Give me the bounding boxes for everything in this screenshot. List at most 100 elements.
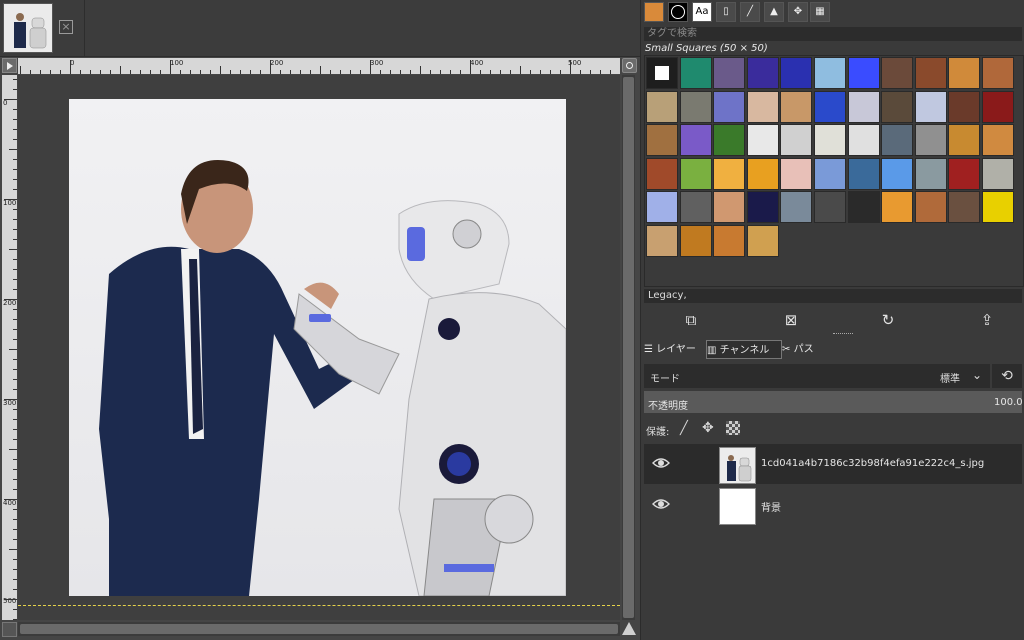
paintbrush-tab-icon[interactable]: ╱ [740,2,760,22]
pattern-swatch[interactable] [847,57,880,89]
pattern-grid[interactable] [646,57,1016,257]
pattern-swatch[interactable] [780,157,813,190]
vertical-scrollbar[interactable] [622,75,635,620]
pattern-swatch[interactable] [713,224,746,257]
pattern-swatch[interactable] [646,57,678,89]
pattern-swatch[interactable] [881,124,914,156]
pattern-swatch[interactable] [847,90,880,123]
pattern-swatch[interactable] [780,57,813,89]
pattern-swatch[interactable] [713,157,746,190]
duplicate-icon[interactable]: ⧉ [681,310,701,330]
pattern-swatch[interactable] [982,124,1014,156]
pattern-swatch[interactable] [713,57,746,89]
pattern-swatch[interactable] [679,57,712,89]
quick-mask-menu-button[interactable] [2,58,17,73]
dock-separator-grip[interactable] [833,333,853,337]
close-tab-icon[interactable]: × [59,20,73,34]
lock-position-icon[interactable]: ✥ [702,420,714,436]
pattern-swatch[interactable] [948,124,981,156]
pattern-swatch[interactable] [814,90,846,123]
pattern-swatch[interactable] [780,90,813,123]
tab-layers[interactable]: ☰ レイヤー [644,340,706,359]
pattern-swatch[interactable] [914,57,947,89]
layer-mode-selector[interactable]: モード 標準 ⌄ [644,364,990,388]
pattern-swatch[interactable] [982,57,1014,89]
pattern-swatch[interactable] [746,124,779,156]
pattern-swatch[interactable] [914,157,947,190]
layer-row[interactable]: 背景 [644,485,1022,525]
image-tab-thumbnail[interactable] [3,3,53,53]
pattern-swatch[interactable] [847,157,880,190]
pattern-swatch[interactable] [814,157,846,190]
pattern-swatch[interactable] [948,57,981,89]
tab-channels[interactable]: ▥ チャンネル [706,340,782,359]
pattern-swatch[interactable] [780,124,813,156]
pattern-swatch[interactable] [646,224,678,257]
pattern-swatch[interactable] [746,191,779,223]
pattern-swatch[interactable] [679,224,712,257]
pattern-swatch[interactable] [814,124,846,156]
pattern-swatch[interactable] [948,191,981,223]
navigate-image-icon[interactable] [622,622,636,636]
pattern-swatch[interactable] [914,191,947,223]
pattern-swatch[interactable] [713,124,746,156]
opacity-slider[interactable]: 不透明度 100.0 [644,391,1023,413]
image-canvas[interactable] [18,75,620,620]
pattern-swatch[interactable] [746,157,779,190]
grid-tab-icon[interactable]: ▦ [810,2,830,22]
pattern-swatch[interactable] [679,191,712,223]
pattern-swatch[interactable] [646,157,678,190]
lock-pixels-icon[interactable]: ╱ [680,421,688,436]
pattern-swatch[interactable] [679,157,712,190]
layer-name[interactable]: 1cd041a4b7186c32b98f4efa91e222c4_s.jpg [761,458,984,469]
pattern-swatch[interactable] [881,57,914,89]
pattern-swatch[interactable] [881,191,914,223]
pattern-swatch[interactable] [948,157,981,190]
pattern-swatch[interactable] [881,90,914,123]
pattern-swatch[interactable] [746,90,779,123]
pattern-swatch[interactable] [847,124,880,156]
eye-icon[interactable] [652,454,670,472]
pattern-swatch[interactable] [713,90,746,123]
pattern-swatch[interactable] [914,124,947,156]
layer-name[interactable]: 背景 [761,499,781,514]
brushes-tab-icon[interactable] [644,2,664,22]
brush-preset-selector[interactable]: Legacy, [644,289,1022,303]
reset-mode-icon[interactable]: ⟲ [992,364,1022,388]
eye-icon[interactable] [652,495,670,513]
pattern-swatch[interactable] [948,90,981,123]
pattern-swatch[interactable] [914,90,947,123]
horizontal-scrollbar[interactable] [18,622,620,636]
pattern-swatch[interactable] [646,124,678,156]
transform-tab-icon[interactable]: ✥ [788,2,808,22]
pattern-swatch[interactable] [982,157,1014,190]
tag-search-input[interactable]: タグで検索 [644,27,1022,41]
zoom-image-button[interactable] [622,58,637,73]
lock-alpha-icon[interactable] [726,421,740,435]
pattern-swatch[interactable] [814,191,846,223]
horizontal-scroll-thumb[interactable] [20,624,618,634]
pattern-swatch[interactable] [780,191,813,223]
tab-paths[interactable]: ✂ パス [782,340,832,359]
pattern-swatch[interactable] [847,191,880,223]
pattern-swatch[interactable] [646,90,678,123]
open-folder-icon[interactable]: ⇪ [977,310,997,330]
delete-icon[interactable]: ⊠ [781,310,801,330]
pattern-swatch[interactable] [814,57,846,89]
pattern-swatch[interactable] [646,191,678,223]
vertical-scroll-thumb[interactable] [623,77,634,618]
patterns-tab-icon[interactable] [668,2,688,22]
refresh-icon[interactable]: ↻ [878,310,898,330]
pattern-swatch[interactable] [982,90,1014,123]
pattern-swatch[interactable] [881,157,914,190]
pattern-swatch[interactable] [746,224,779,257]
pattern-swatch[interactable] [679,90,712,123]
fonts-tab-icon[interactable]: Aa [692,2,712,22]
layer-row[interactable]: 1cd041a4b7186c32b98f4efa91e222c4_s.jpg [644,444,1022,484]
pattern-swatch[interactable] [713,191,746,223]
pattern-swatch[interactable] [746,57,779,89]
pattern-swatch[interactable] [679,124,712,156]
document-tab-icon[interactable]: ▯ [716,2,736,22]
toggle-mask-button[interactable] [2,622,17,637]
pattern-swatch[interactable] [982,191,1014,223]
